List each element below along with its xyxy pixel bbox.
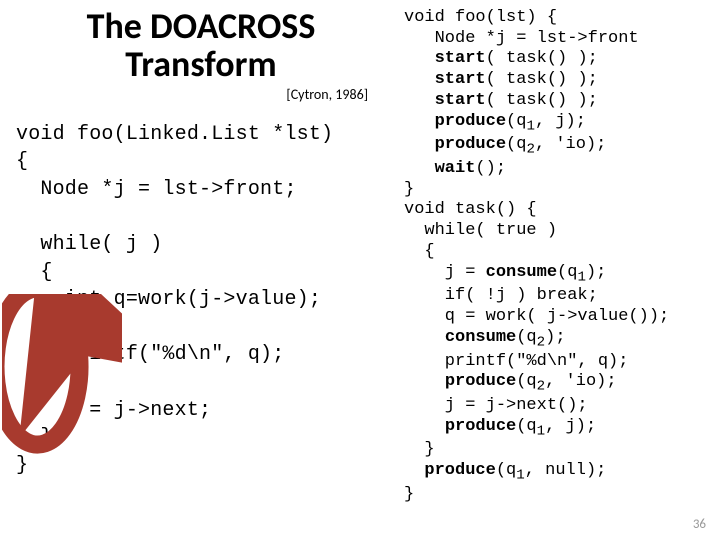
slide-title: The DOACROSS Transform (16, 8, 386, 84)
right-column: void foo(lst) { Node *j = lst->front sta… (404, 8, 704, 505)
citation: [Cytron, 1986] (16, 86, 368, 103)
code-transformed: void foo(lst) { Node *j = lst->front sta… (404, 8, 704, 505)
left-column: The DOACROSS Transform [Cytron, 1986] vo… (16, 8, 386, 479)
slide: The DOACROSS Transform [Cytron, 1986] vo… (0, 0, 720, 540)
page-number: 36 (693, 517, 706, 532)
code-original: void foo(Linked.List *lst) { Node *j = l… (16, 121, 386, 480)
title-line-2: Transform (125, 42, 276, 86)
